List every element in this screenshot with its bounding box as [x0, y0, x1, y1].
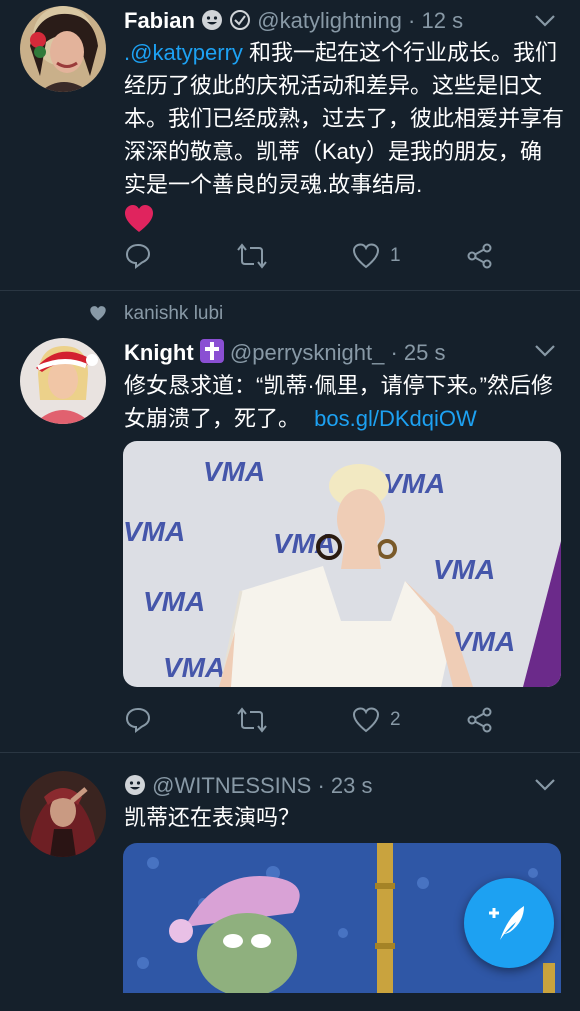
timestamp: · 23 s	[317, 773, 373, 798]
external-link[interactable]: bos.gl/DKdqiOW	[314, 406, 477, 431]
handle[interactable]: @katylightning	[257, 8, 402, 33]
avatar-knight[interactable]	[20, 338, 106, 424]
grinning-face-icon	[201, 9, 223, 39]
share-icon	[467, 243, 492, 269]
backdrop-text: VMA	[273, 528, 335, 559]
tweet-1-header: Fabian @katylightning · 12 s	[124, 6, 463, 39]
heart-icon	[352, 707, 380, 733]
backdrop-text: VMA	[123, 516, 185, 547]
tweet-2[interactable]: kanishk lubi Knight @perrysknight_ · 25 …	[0, 291, 580, 751]
backdrop-text: VMA	[433, 554, 495, 585]
like-button[interactable]: 1	[352, 238, 401, 274]
handle[interactable]: @perrysknight_	[230, 340, 384, 365]
timestamp: · 12 s	[408, 8, 464, 33]
handle[interactable]: @WITNESSINS	[152, 773, 311, 798]
liked-by-name[interactable]: kanishk lubi	[124, 303, 223, 324]
chevron-down-icon[interactable]	[534, 14, 556, 28]
timestamp: · 25 s	[390, 340, 446, 365]
reply-icon	[125, 243, 151, 269]
tweet-2-header: Knight @perrysknight_ · 25 s	[124, 338, 445, 371]
backdrop-text: VMA	[383, 468, 445, 499]
tweet-photo[interactable]: VMA VMA VMA VMA VMA VMA VMA VMA	[123, 441, 561, 687]
backdrop-text: VMA	[453, 626, 515, 657]
retweet-button[interactable]	[236, 702, 278, 738]
liked-by-heart-icon	[89, 304, 107, 330]
tweet-1[interactable]: Fabian @katylightning · 12 s .@katyperry…	[0, 0, 580, 289]
social-context: kanishk lubi	[90, 301, 223, 327]
tweet-2-actions: 2	[124, 702, 564, 738]
tweet-3-text: 凯蒂还在表演吗？	[124, 801, 564, 834]
verified-style-icon	[229, 9, 251, 39]
backdrop-text: VMA	[163, 652, 225, 683]
share-button[interactable]	[466, 702, 494, 738]
retweet-icon	[237, 243, 267, 269]
like-count: 2	[390, 709, 401, 730]
tweet-body: 凯蒂还在表演吗？	[124, 805, 301, 830]
backdrop-text: VMA	[203, 456, 265, 487]
avatar-witnessins[interactable]	[20, 771, 106, 857]
heart-icon	[352, 243, 380, 269]
chevron-down-icon[interactable]	[534, 344, 556, 358]
latin-cross-icon	[199, 339, 224, 371]
reply-icon	[125, 707, 151, 733]
share-icon	[467, 707, 492, 733]
red-heart-icon	[124, 205, 564, 242]
compose-tweet-icon	[489, 906, 524, 940]
retweet-button[interactable]	[236, 238, 278, 274]
backdrop-text: VMA	[143, 586, 205, 617]
tweet-1-text: .@katyperry 和我一起在这个行业成长。我们经历了彼此的庆祝活动和差异。…	[124, 36, 564, 242]
like-count: 1	[390, 245, 401, 266]
reply-button[interactable]	[124, 702, 162, 738]
display-name[interactable]: Fabian	[124, 8, 195, 33]
reply-button[interactable]	[124, 238, 162, 274]
grinning-face-icon	[124, 774, 146, 804]
tweet-3-header: @WITNESSINS · 23 s	[124, 771, 373, 804]
chevron-down-icon[interactable]	[534, 778, 556, 792]
mention-link[interactable]: .@katyperry	[124, 40, 243, 65]
tweet-1-actions: 1	[124, 238, 564, 274]
display-name[interactable]: Knight	[124, 340, 194, 365]
avatar-fabian[interactable]	[20, 6, 106, 92]
compose-tweet-button[interactable]	[464, 878, 554, 968]
tweet-2-text: 修女恳求道：“凯蒂·佩里，请停下来。”然后修女崩溃了，死了。 bos.gl/DK…	[124, 369, 564, 435]
retweet-icon	[237, 707, 267, 733]
like-button[interactable]: 2	[352, 702, 401, 738]
share-button[interactable]	[466, 238, 494, 274]
